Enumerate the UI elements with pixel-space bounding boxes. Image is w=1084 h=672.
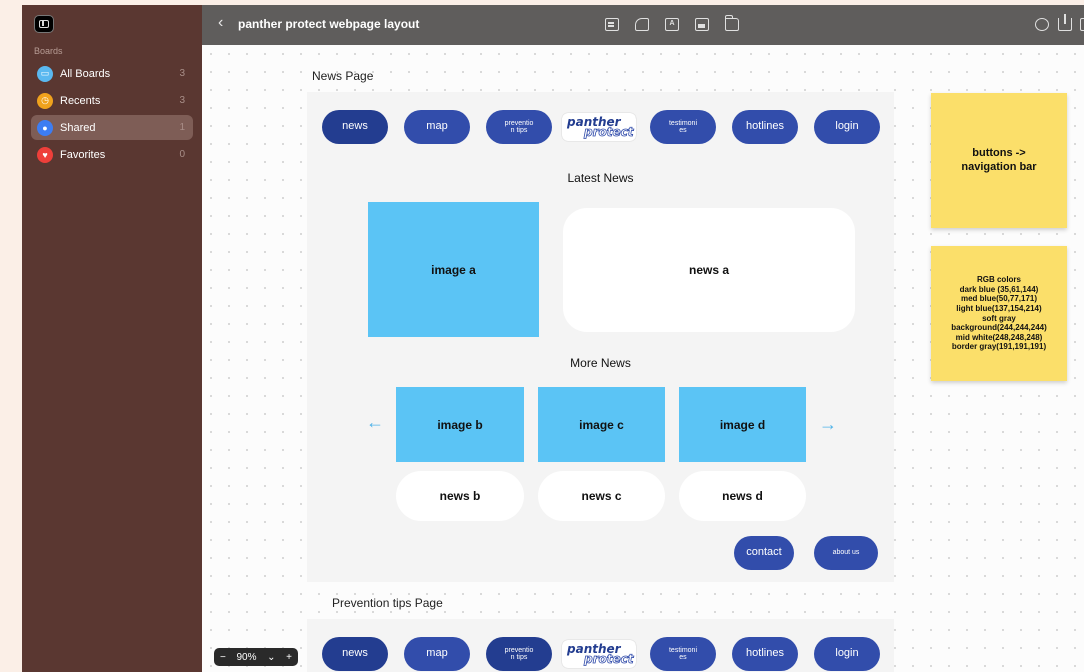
image-d-placeholder[interactable]: image d — [679, 387, 806, 462]
news-page-frame[interactable]: news map preventio n tips panther protec… — [307, 92, 894, 582]
all-boards-icon: ▭ — [37, 65, 53, 82]
panther-protect-logo[interactable]: panther protect — [562, 640, 636, 668]
frame-title: Prevention tips Page — [332, 596, 443, 610]
nav-prevention-tips-button[interactable]: preventio n tips — [486, 110, 552, 144]
nav-news-button[interactable]: news — [322, 110, 388, 144]
news-c-card[interactable]: news c — [538, 471, 665, 521]
panther-protect-logo[interactable]: panther protect — [562, 113, 636, 141]
news-d-card[interactable]: news d — [679, 471, 806, 521]
share-icon[interactable] — [1058, 14, 1072, 31]
edit-icon[interactable] — [1080, 18, 1084, 31]
sidebar-toggle-icon[interactable] — [34, 15, 54, 33]
nav-testimonies-button[interactable]: testimoni es — [650, 637, 716, 671]
heart-icon: ♥ — [37, 146, 53, 163]
sidebar-item-count: 3 — [179, 68, 185, 79]
prevention-tips-page-frame[interactable]: news map preventio n tips panther protec… — [307, 619, 894, 672]
frame-title: News Page — [312, 69, 374, 83]
nav-prevention-tips-button[interactable]: preventio n tips — [486, 637, 552, 671]
back-chevron-icon[interactable]: ‹ — [218, 14, 223, 32]
sidebar-item-label: Favorites — [60, 148, 106, 161]
sidebar-section-title: Boards — [34, 46, 63, 56]
shape-icon[interactable] — [635, 18, 649, 31]
more-news-heading: More News — [570, 356, 631, 370]
toolbar: ‹ panther protect webpage layout A — [202, 5, 1084, 45]
sidebar-item-count: 1 — [179, 122, 185, 133]
zoom-out-button[interactable]: − — [220, 652, 226, 663]
image-a-placeholder[interactable]: image a — [368, 202, 539, 337]
news-b-card[interactable]: news b — [396, 471, 524, 521]
nav-testimonies-button[interactable]: testimoni es — [650, 110, 716, 144]
sidebar-item-label: All Boards — [60, 67, 111, 80]
text-box-icon[interactable]: A — [665, 18, 679, 31]
sidebar: Boards ▭ All Boards 3 ◷ Recents 3 ● Shar… — [22, 5, 202, 672]
sticky-note-icon[interactable] — [605, 18, 619, 31]
nav-news-button[interactable]: news — [322, 637, 388, 671]
sidebar-item-shared[interactable]: ● Shared 1 — [31, 115, 193, 140]
nav-hotlines-button[interactable]: hotlines — [732, 110, 798, 144]
about-us-button[interactable]: about us — [814, 536, 878, 570]
zoom-control: − 90% ⌄ + — [214, 648, 298, 666]
media-icon[interactable] — [695, 18, 709, 31]
nav-login-button[interactable]: login — [814, 110, 880, 144]
sidebar-item-favorites[interactable]: ♥ Favorites 0 — [31, 142, 193, 167]
nav-map-button[interactable]: map — [404, 110, 470, 144]
sticky-note-colors[interactable]: RGB colors dark blue (35,61,144) med blu… — [931, 246, 1067, 381]
nav-login-button[interactable]: login — [814, 637, 880, 671]
zoom-level[interactable]: 90% — [236, 652, 256, 663]
news-a-card[interactable]: news a — [563, 208, 855, 332]
zoom-in-button[interactable]: + — [286, 652, 292, 663]
left-arrow-icon[interactable]: ← — [366, 412, 384, 433]
board-title: panther protect webpage layout — [238, 17, 420, 31]
folder-icon[interactable] — [725, 15, 739, 31]
nav-map-button[interactable]: map — [404, 637, 470, 671]
image-c-placeholder[interactable]: image c — [538, 387, 665, 462]
people-icon: ● — [37, 119, 53, 136]
image-b-placeholder[interactable]: image b — [396, 387, 524, 462]
clock-icon: ◷ — [37, 92, 53, 109]
sidebar-item-all-boards[interactable]: ▭ All Boards 3 — [31, 61, 193, 86]
board-canvas[interactable]: News Page news map preventio n tips pant… — [202, 45, 1084, 672]
collaborate-icon[interactable] — [1035, 18, 1049, 31]
latest-news-heading: Latest News — [567, 171, 634, 185]
right-arrow-icon[interactable]: → — [819, 414, 837, 435]
contact-button[interactable]: contact — [734, 536, 794, 570]
app-window: Boards ▭ All Boards 3 ◷ Recents 3 ● Shar… — [22, 5, 1084, 672]
sidebar-item-count: 0 — [179, 149, 185, 160]
nav-hotlines-button[interactable]: hotlines — [732, 637, 798, 671]
zoom-menu-chevron-icon[interactable]: ⌄ — [267, 652, 275, 663]
sticky-note-navigation[interactable]: buttons -> navigation bar — [931, 93, 1067, 228]
sidebar-item-label: Recents — [60, 94, 101, 107]
sidebar-item-label: Shared — [60, 121, 96, 134]
sidebar-item-recents[interactable]: ◷ Recents 3 — [31, 88, 193, 113]
sidebar-item-count: 3 — [179, 95, 185, 106]
